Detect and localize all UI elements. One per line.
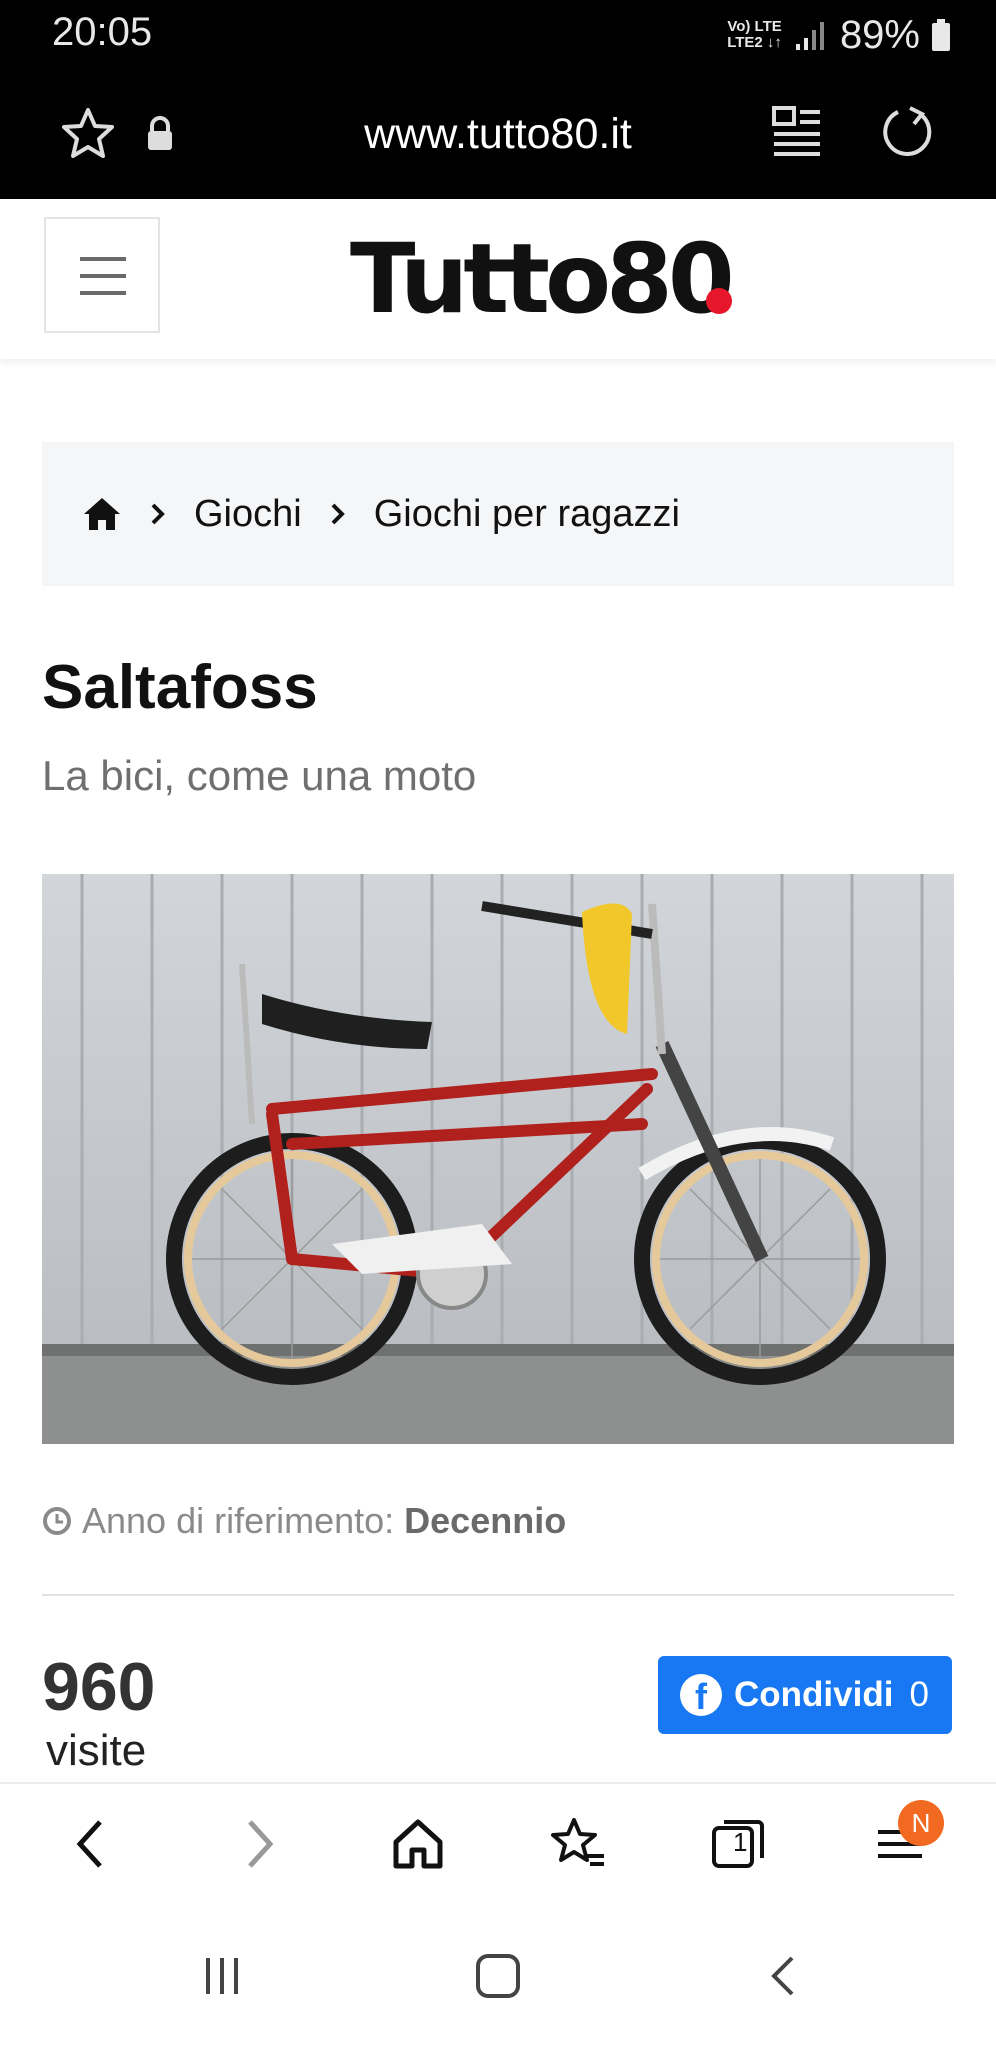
forward-icon[interactable] <box>228 1814 288 1874</box>
recent-apps-icon[interactable] <box>198 1952 246 2000</box>
system-back-icon[interactable] <box>760 1952 808 2000</box>
facebook-share-button[interactable]: f Condividi 0 <box>658 1656 952 1734</box>
chevron-right-icon <box>331 503 345 525</box>
url-field[interactable]: www.tutto80.it <box>0 104 996 164</box>
site-header: Tutto80 <box>0 199 996 359</box>
article-image <box>42 874 954 1444</box>
breadcrumb-link-giochi[interactable]: Giochi <box>194 493 302 536</box>
site-logo[interactable]: Tutto80 <box>350 229 735 329</box>
bicycle-photo <box>42 874 954 1444</box>
home-icon[interactable] <box>82 496 122 532</box>
reference-year-label: Anno di riferimento: <box>82 1500 395 1541</box>
page-subtitle: La bici, come una moto <box>42 752 477 799</box>
back-icon[interactable] <box>62 1814 122 1874</box>
status-and-browser-bar: 20:05 Vo) LTE LTE2 ↓↑ 89% www.tutto80.it <box>0 0 996 199</box>
reader-mode-icon[interactable] <box>772 106 822 158</box>
views-label: visite <box>46 1726 147 1775</box>
divider <box>42 1594 954 1596</box>
menu-badge: N <box>898 1800 944 1846</box>
breadcrumb: Giochi Giochi per ragazzi <box>42 442 954 586</box>
reference-year: Anno di riferimento: Decennio <box>42 1500 566 1542</box>
bookmarks-icon[interactable] <box>548 1814 608 1874</box>
share-label: Condividi <box>734 1675 894 1714</box>
home-button-icon[interactable] <box>474 1952 522 2000</box>
menu-button[interactable] <box>44 217 160 333</box>
network-bottom: LTE2 ↓↑ <box>727 34 782 51</box>
chevron-right-icon <box>151 503 165 525</box>
battery-icon <box>932 19 950 51</box>
menu-bar-icon <box>80 257 126 261</box>
status-time: 20:05 <box>52 10 153 54</box>
reference-year-value[interactable]: Decennio <box>404 1500 566 1542</box>
menu-bar-icon <box>80 274 126 278</box>
network-top: Vo) LTE <box>727 18 782 35</box>
home-icon[interactable] <box>388 1814 448 1874</box>
menu-bar-icon <box>80 291 126 295</box>
network-indicator: Vo) LTE LTE2 ↓↑ <box>727 19 782 51</box>
clock-icon <box>43 1507 71 1535</box>
android-nav-bar <box>0 1912 996 2048</box>
signal-icon <box>795 22 824 50</box>
reload-icon[interactable] <box>880 104 936 160</box>
breadcrumb-link-giochi-per-ragazzi[interactable]: Giochi per ragazzi <box>374 493 680 536</box>
battery-percent: 89% <box>839 12 920 57</box>
logo-dot <box>706 288 732 314</box>
views-count: 960 <box>42 1649 156 1725</box>
tabs-count: 1 <box>733 1827 748 1857</box>
browser-bottom-nav: 1 <box>0 1782 996 1914</box>
page-title: Saltafoss <box>42 653 318 722</box>
status-indicators: Vo) LTE LTE2 ↓↑ 89% <box>727 10 950 60</box>
facebook-icon: f <box>680 1674 722 1716</box>
share-count: 0 <box>909 1675 929 1714</box>
